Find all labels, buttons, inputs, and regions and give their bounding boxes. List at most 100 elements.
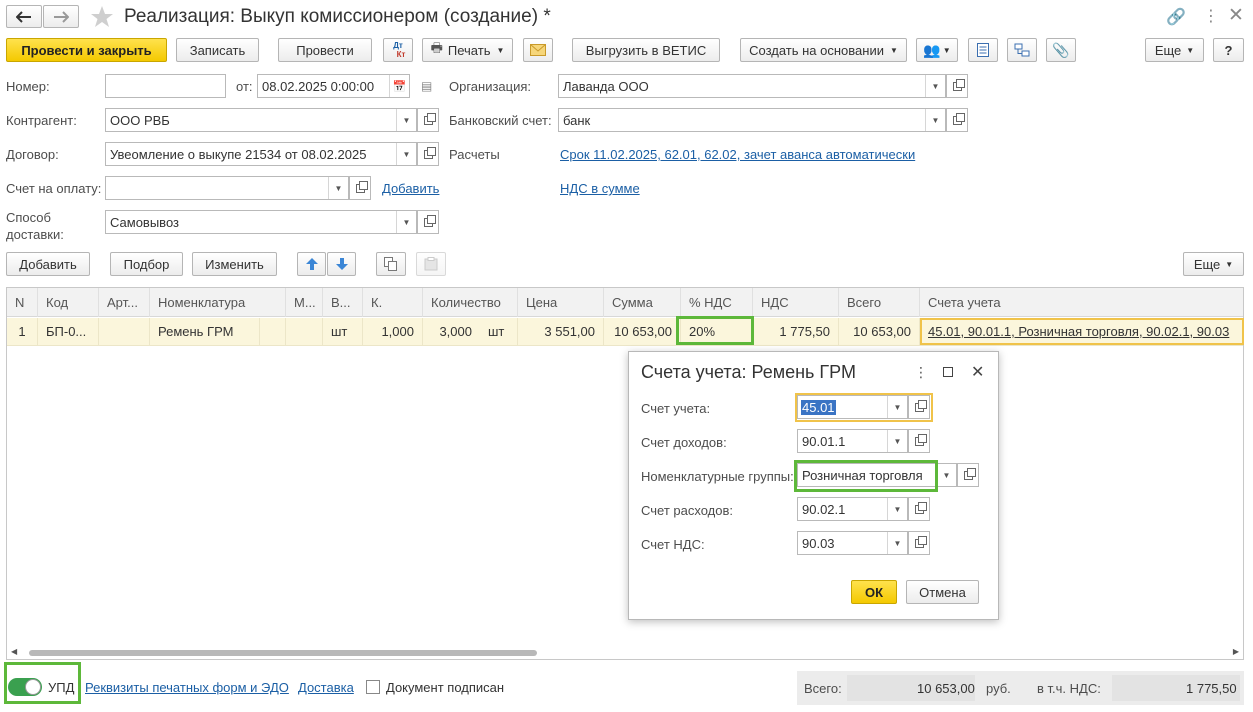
col-code[interactable]: Код [38, 288, 99, 317]
income-field[interactable]: 90.01.1 ▼ [797, 429, 908, 453]
chevron-down-icon[interactable]: ▼ [396, 109, 416, 131]
scroll-right-icon[interactable]: ▶ [1233, 647, 1239, 656]
cancel-button[interactable]: Отмена [906, 580, 979, 604]
invoice-field[interactable]: ▼ [105, 176, 349, 200]
move-up-button[interactable] [297, 252, 326, 276]
chevron-down-icon[interactable]: ▼ [887, 532, 907, 554]
org-field[interactable]: Лаванда ООО ▼ [558, 74, 946, 98]
open-delivery-button[interactable] [417, 210, 439, 234]
forward-button[interactable] [43, 5, 79, 28]
chevron-down-icon[interactable]: ▼ [887, 498, 907, 520]
open-vat-account-button[interactable] [908, 531, 930, 555]
report-button[interactable] [968, 38, 998, 62]
cell-m[interactable] [286, 318, 323, 346]
table-more-button[interactable]: Еще ▼ [1183, 252, 1244, 276]
users-button[interactable]: 👥 ▼ [916, 38, 958, 62]
horizontal-scrollbar[interactable]: ◀ ▶ [7, 646, 1243, 659]
back-button[interactable] [6, 5, 42, 28]
add-invoice-link[interactable]: Добавить [382, 181, 439, 196]
col-sum[interactable]: Сумма [604, 288, 681, 317]
dialog-menu-icon[interactable]: ⋮ [914, 364, 928, 381]
col-article[interactable]: Арт... [99, 288, 150, 317]
scrollbar-thumb[interactable] [29, 650, 537, 656]
delivery-link[interactable]: Доставка [298, 680, 354, 695]
change-button[interactable]: Изменить [192, 252, 277, 276]
paste-rows-button[interactable] [416, 252, 446, 276]
open-invoice-button[interactable] [349, 176, 371, 200]
open-expense-button[interactable] [908, 497, 930, 521]
vat-in-sum-link[interactable]: НДС в сумме [560, 181, 640, 196]
dialog-maximize-icon[interactable] [943, 367, 953, 377]
chevron-down-icon[interactable]: ▼ [328, 177, 348, 199]
dt-kt-button[interactable]: Дт Кт [383, 38, 413, 62]
cell-total[interactable]: 10 653,00 [839, 318, 920, 346]
cell-v[interactable]: шт [323, 318, 363, 346]
delivery-field[interactable]: Самовывоз ▼ [105, 210, 417, 234]
email-button[interactable] [523, 38, 553, 62]
open-org-button[interactable] [946, 74, 968, 98]
col-total[interactable]: Всего [839, 288, 920, 317]
create-based-on-button[interactable]: Создать на основании ▼ [740, 38, 907, 62]
ok-button[interactable]: ОК [851, 580, 897, 604]
col-accounts[interactable]: Счета учета [920, 288, 1243, 317]
save-button[interactable]: Записать [176, 38, 259, 62]
cell-price[interactable]: 3 551,00 [518, 318, 604, 346]
close-icon[interactable]: ✕ [1228, 4, 1244, 27]
cell-k[interactable]: 1,000 [363, 318, 423, 346]
cell-unit[interactable]: шт [480, 318, 518, 346]
dialog-close-icon[interactable]: ✕ [971, 362, 984, 382]
structure-button[interactable] [1007, 38, 1037, 62]
col-quantity[interactable]: Количество [423, 288, 518, 317]
cell-nomenclature-extra[interactable] [260, 318, 286, 346]
col-vat[interactable]: НДС [753, 288, 839, 317]
upd-toggle[interactable] [8, 678, 42, 696]
link-icon[interactable]: 🔗 [1166, 7, 1186, 27]
copy-rows-button[interactable] [376, 252, 406, 276]
calendar-icon[interactable]: 📅 [389, 75, 409, 97]
open-income-button[interactable] [908, 429, 930, 453]
date-field[interactable]: 08.02.2025 0:00:00 📅 [257, 74, 410, 98]
help-button[interactable]: ? [1213, 38, 1244, 62]
col-vat-rate[interactable]: % НДС [681, 288, 753, 317]
cell-quantity[interactable]: 3,000 [423, 318, 480, 346]
print-forms-link[interactable]: Реквизиты печатных форм и ЭДО [85, 680, 289, 695]
cell-vat[interactable]: 1 775,50 [753, 318, 839, 346]
contractor-field[interactable]: ООО РВБ ▼ [105, 108, 417, 132]
open-group-button[interactable] [957, 463, 979, 487]
col-k[interactable]: К. [363, 288, 423, 317]
chevron-down-icon[interactable]: ▼ [936, 464, 956, 486]
chevron-down-icon[interactable]: ▼ [925, 75, 945, 97]
more-button[interactable]: Еще ▼ [1145, 38, 1204, 62]
print-button[interactable]: 🖶 Печать ▼ [422, 38, 513, 62]
open-contract-button[interactable] [417, 142, 439, 166]
cell-code[interactable]: БП-0... [38, 318, 99, 346]
cell-n[interactable]: 1 [7, 318, 38, 346]
settlements-link[interactable]: Срок 11.02.2025, 62.01, 62.02, зачет ава… [560, 147, 915, 162]
post-and-close-button[interactable]: Провести и закрыть [6, 38, 167, 62]
col-price[interactable]: Цена [518, 288, 604, 317]
open-bank-account-button[interactable] [946, 108, 968, 132]
menu-dots-icon[interactable]: ⋮ [1203, 6, 1219, 26]
cell-nomenclature[interactable]: Ремень ГРМ [150, 318, 260, 346]
vat-account-field[interactable]: 90.03 ▼ [797, 531, 908, 555]
col-m[interactable]: М... [286, 288, 323, 317]
add-row-button[interactable]: Добавить [6, 252, 90, 276]
post-button[interactable]: Провести [278, 38, 372, 62]
upload-vetis-button[interactable]: Выгрузить в ВЕТИС [572, 38, 720, 62]
comment-icon[interactable]: ▤ [421, 79, 432, 93]
chevron-down-icon[interactable]: ▼ [925, 109, 945, 131]
cell-article[interactable] [99, 318, 150, 346]
col-n[interactable]: N [7, 288, 38, 317]
selection-button[interactable]: Подбор [110, 252, 183, 276]
scroll-left-icon[interactable]: ◀ [11, 647, 17, 656]
chevron-down-icon[interactable]: ▼ [396, 211, 416, 233]
chevron-down-icon[interactable]: ▼ [396, 143, 416, 165]
attach-button[interactable]: 📎 [1046, 38, 1076, 62]
open-contractor-button[interactable] [417, 108, 439, 132]
contract-field[interactable]: Увеомление о выкупе 21534 от 08.02.2025 … [105, 142, 417, 166]
number-field[interactable] [105, 74, 226, 98]
col-nomenclature[interactable]: Номенклатура [150, 288, 286, 317]
bank-account-field[interactable]: банк ▼ [558, 108, 946, 132]
col-v[interactable]: В... [323, 288, 363, 317]
cell-sum[interactable]: 10 653,00 [604, 318, 681, 346]
